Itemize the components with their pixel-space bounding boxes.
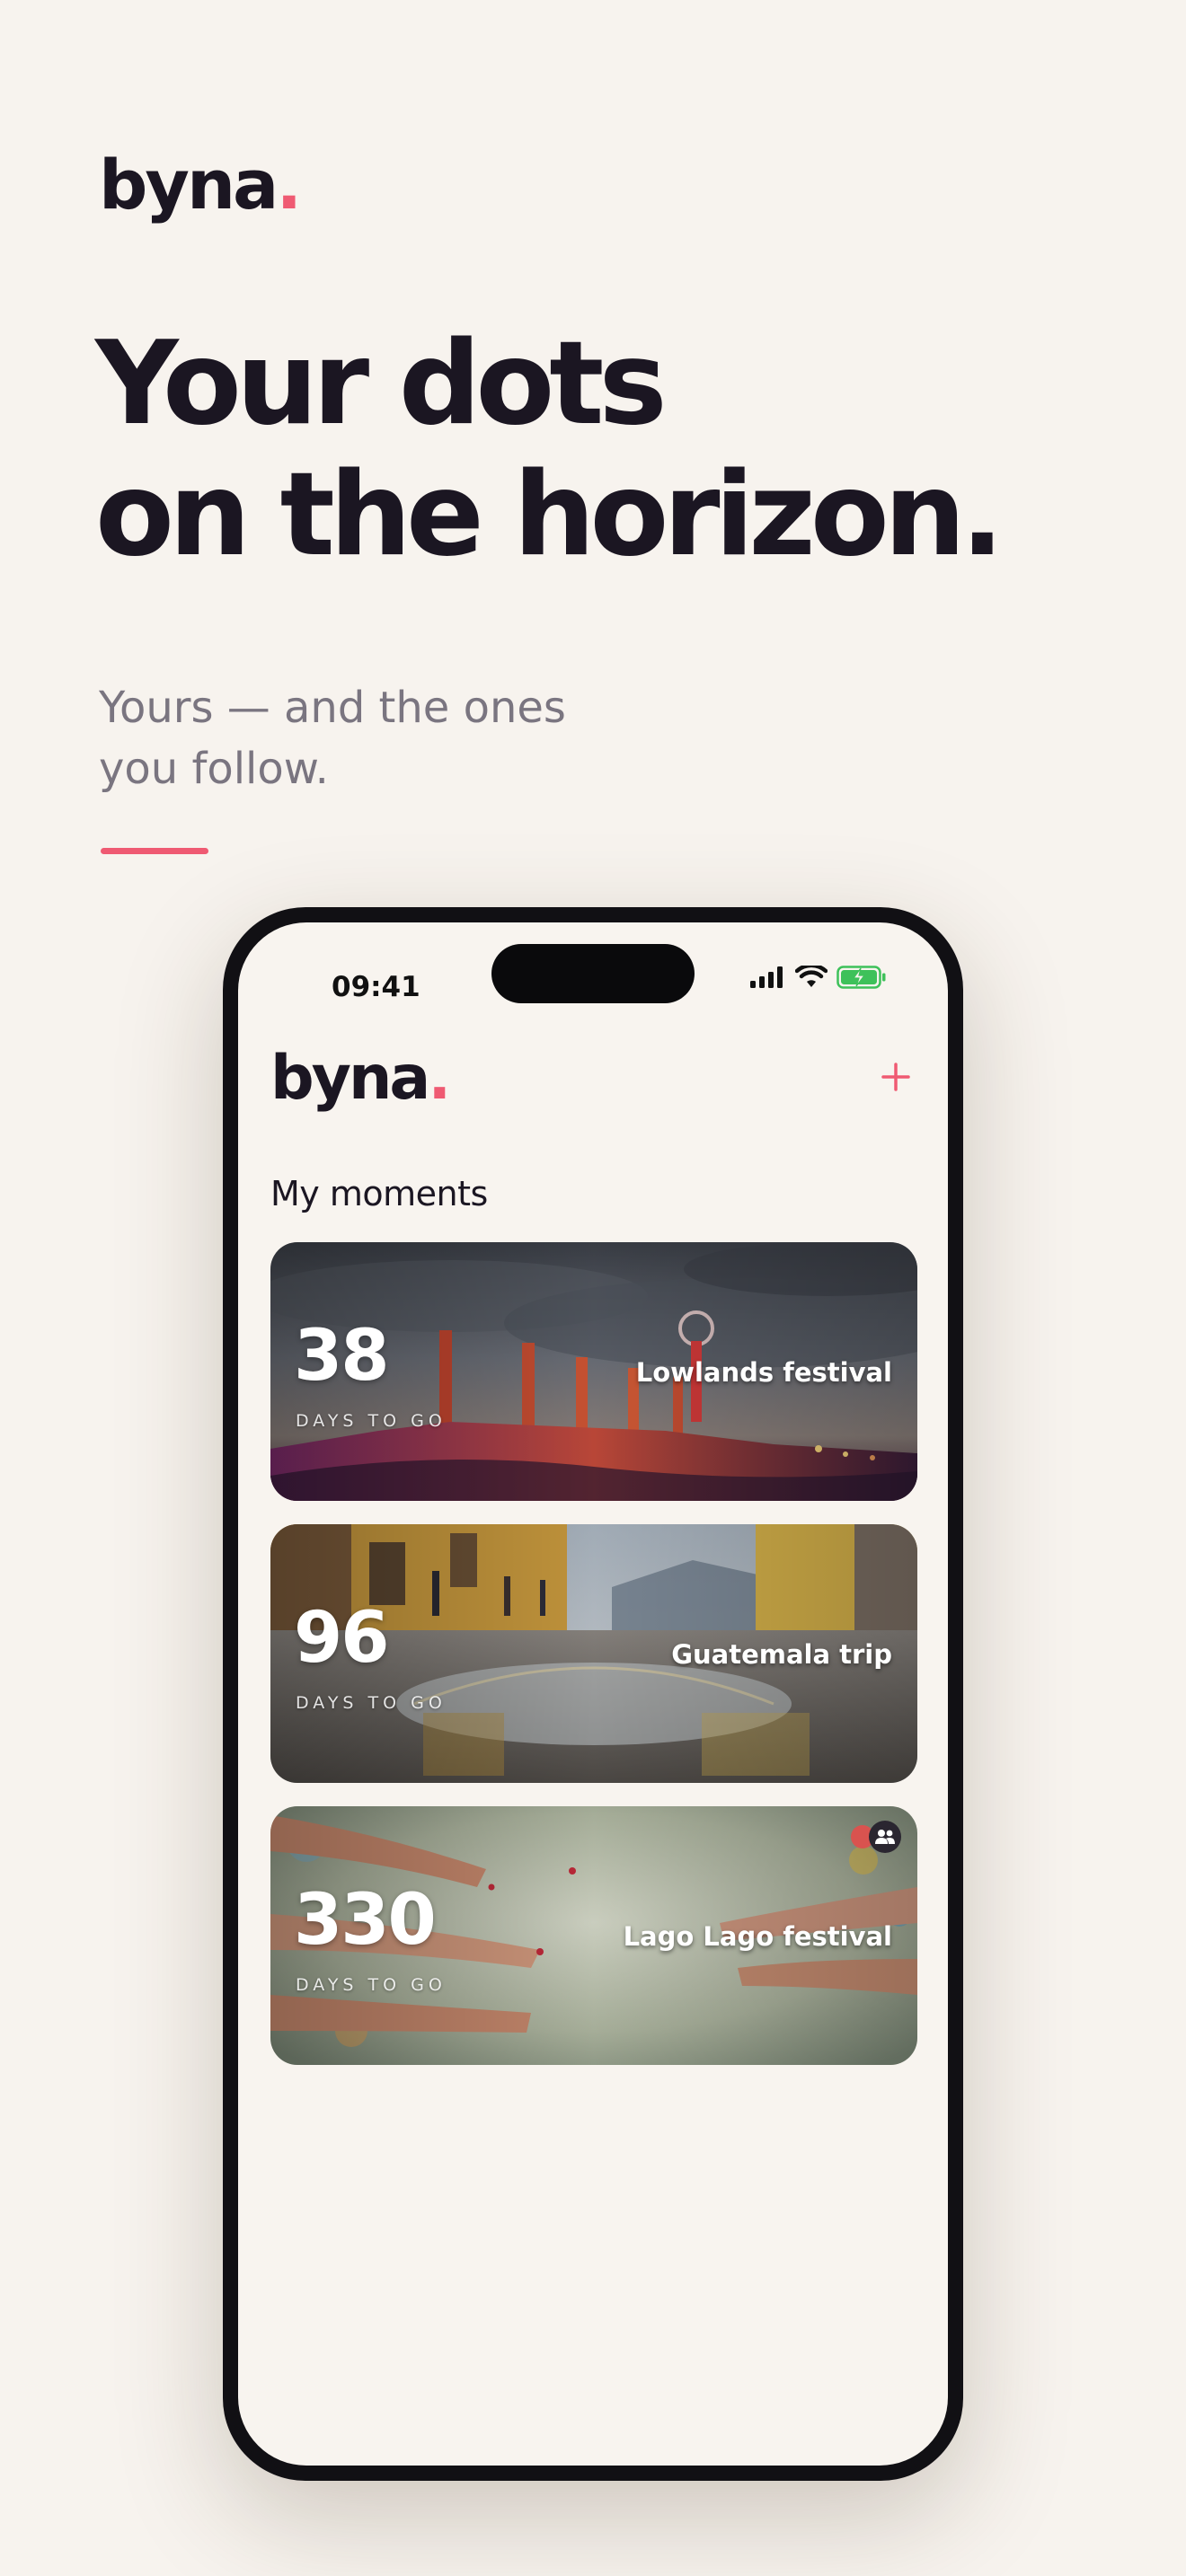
app-logo: byna. — [270, 1048, 451, 1109]
moment-title: Lago Lago festival — [623, 1921, 892, 1952]
status-time: 09:41 — [332, 971, 420, 1003]
moment-card[interactable]: 96 DAYS TO GO Guatemala trip — [270, 1524, 917, 1783]
shared-indicator — [851, 1821, 901, 1853]
hero-headline-line-1: Your dots — [95, 317, 668, 451]
accent-divider — [101, 848, 208, 854]
hero-subtitle-line-2: you follow. — [99, 744, 329, 794]
hero-subtitle: Yours — and the ones you follow. — [99, 677, 566, 799]
group-icon — [869, 1821, 901, 1853]
brand-logo-text: byna — [99, 145, 279, 225]
hero-headline-line-2: on the horizon. — [95, 448, 1005, 582]
days-label: DAYS TO GO — [296, 1693, 447, 1713]
phone-screen: 09:41 byna. My moments 38 DAYS TO GO Low… — [238, 922, 948, 2466]
days-label: DAYS TO GO — [296, 1411, 447, 1431]
days-label: DAYS TO GO — [296, 1975, 447, 1995]
brand-logo: byna. — [99, 151, 302, 219]
wifi-icon — [795, 966, 828, 987]
section-title-my-moments: My moments — [270, 1174, 488, 1213]
hero-headline: Your dots on the horizon. — [95, 317, 1005, 582]
battery-charging-icon — [836, 966, 886, 989]
app-logo-text: byna — [270, 1043, 430, 1114]
phone-frame: 09:41 byna. My moments 38 DAYS TO GO Low… — [223, 907, 963, 2481]
moment-card[interactable]: 330 DAYS TO GO Lago Lago festival — [270, 1806, 917, 2065]
days-count: 330 — [294, 1880, 437, 1961]
moment-card[interactable]: 38 DAYS TO GO Lowlands festival — [270, 1242, 917, 1501]
moment-title: Lowlands festival — [635, 1357, 892, 1388]
status-icons — [750, 966, 887, 989]
moment-title: Guatemala trip — [671, 1639, 892, 1670]
days-count: 96 — [294, 1598, 390, 1679]
days-count: 38 — [294, 1316, 390, 1397]
cellular-signal-icon — [750, 966, 783, 988]
add-moment-button[interactable] — [871, 1052, 921, 1102]
app-logo-dot: . — [428, 1043, 451, 1114]
plus-icon — [881, 1063, 910, 1091]
dynamic-island — [491, 944, 695, 1003]
brand-logo-dot: . — [276, 145, 302, 225]
hero-subtitle-line-1: Yours — and the ones — [99, 683, 566, 733]
